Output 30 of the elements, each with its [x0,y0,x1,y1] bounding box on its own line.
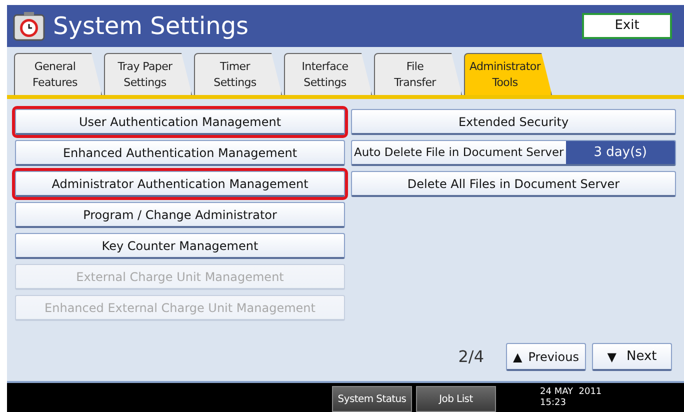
date-text: 24 MAY 2011 [540,386,602,398]
setting-value: 3 day(s) [566,141,675,164]
tab[interactable]: Interface Settings [284,53,372,95]
status-bar-button[interactable]: System Status [332,386,412,412]
previous-label: Previous [528,348,579,366]
alarm-clock-icon [13,10,45,42]
next-label: Next [626,348,657,366]
menu-button[interactable]: Key Counter Management [15,233,345,259]
tab[interactable]: General Features [14,53,102,95]
time-text: 15:23 [540,398,567,408]
setting-label: Auto Delete File in Document Server [353,144,565,161]
menu-button[interactable]: Program / Change Administrator [15,202,345,228]
menu-button[interactable]: Enhanced Authentication Management [15,140,345,166]
exit-button[interactable]: Exit [582,13,672,39]
menu-button[interactable]: Extended Security [351,109,676,135]
next-button[interactable]: ▼ Next [592,343,672,371]
up-triangle-icon: ▲ [513,348,522,366]
window-title: System Settings [53,11,250,42]
menu-button[interactable]: User Authentication Management [15,109,345,135]
previous-button[interactable]: ▲ Previous [506,343,586,371]
down-triangle-icon: ▼ [607,348,616,366]
status-bar-button[interactable]: Job List [416,386,496,412]
menu-button[interactable]: Delete All Files in Document Server [351,171,676,197]
menu-button[interactable]: Administrator Authentication Management [15,171,345,197]
tab[interactable]: File Transfer [374,53,462,95]
setting-button[interactable]: Auto Delete File in Document Server 3 day(s) [351,140,676,166]
page-indicator: 2/4 [458,346,484,368]
tab[interactable]: Timer Settings [194,53,282,95]
tab[interactable]: Administrator Tools [464,53,552,95]
tab[interactable]: Tray Paper Settings [104,53,192,95]
